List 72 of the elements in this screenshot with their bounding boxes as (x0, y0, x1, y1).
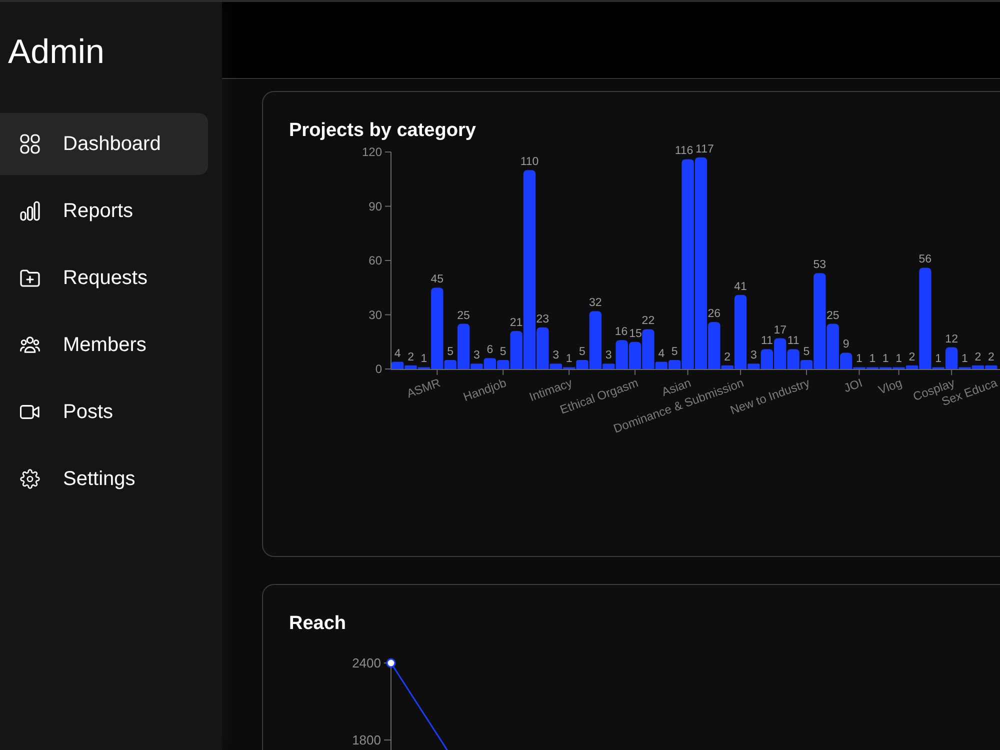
sidebar-title: Admin (8, 32, 104, 72)
bar-value-label: 1 (935, 353, 942, 366)
bar-value-label: 2 (908, 351, 916, 364)
bar-value-label: 11 (760, 335, 773, 348)
bar-value-label: 1 (420, 353, 428, 366)
settings-icon (20, 469, 40, 489)
bar-value-label: 17 (774, 324, 786, 336)
axis-label: 60 (368, 254, 382, 268)
axis-label: 30 (368, 308, 382, 322)
bar-value-label: 4 (658, 348, 665, 360)
users-icon (20, 335, 40, 355)
nav-item[interactable]: Members (0, 314, 208, 376)
bar-value-label: 1 (882, 353, 889, 366)
folder-plus-icon (20, 268, 40, 288)
bar-value-label: 11 (787, 335, 800, 348)
bar-value-label: 5 (500, 346, 506, 358)
nav-item[interactable]: Requests (0, 247, 208, 309)
bar-value-label: 1 (962, 353, 968, 366)
nav-item[interactable]: Reports (0, 180, 208, 242)
axis-label: 120 (362, 145, 382, 159)
bar-value-label: 16 (614, 326, 628, 338)
axis-label: 90 (368, 199, 382, 214)
nav-item[interactable]: Dashboard (0, 113, 208, 175)
card-title: Reach (289, 612, 346, 636)
bar-value-label: 12 (945, 333, 958, 346)
bar-value-label: 25 (826, 310, 840, 322)
bar-value-label: 25 (457, 310, 470, 322)
nav-item[interactable]: Posts (0, 381, 208, 443)
bar-value-label: 1 (566, 353, 572, 366)
bar-value-label: 3 (750, 350, 757, 362)
axis-label: ASMR (404, 376, 442, 401)
bar-chart-icon (20, 201, 40, 221)
bar-value-label: 21 (510, 317, 523, 330)
nav-item[interactable]: Settings (0, 448, 208, 510)
bar-value-label: 23 (536, 313, 550, 326)
bar-value-label: 117 (696, 143, 714, 156)
bar-value-label: 110 (520, 156, 539, 168)
bar-value-label: 5 (579, 346, 586, 358)
bar-value-label: 1 (869, 353, 876, 366)
bar-value-label: 53 (813, 259, 826, 272)
bar-value-label: 1 (896, 353, 902, 366)
bar-value-label: 2 (724, 351, 731, 364)
bar-value-label: 9 (842, 338, 850, 351)
bar-value-label: 5 (671, 346, 678, 358)
axis-label: 1800 (352, 732, 381, 748)
bar-value-label: 5 (447, 346, 454, 358)
video-camera-icon (20, 402, 40, 422)
axis-label: Vlog (876, 376, 904, 398)
bar-value-label: 2 (408, 351, 414, 364)
data-point (386, 658, 396, 668)
bar-value-label: 22 (642, 315, 655, 328)
bar-value-label: 2 (988, 351, 994, 364)
axis-label: JOI (842, 376, 864, 396)
bar-value-label: 15 (629, 328, 642, 340)
bar-value-label: 3 (605, 350, 612, 362)
bar-value-label: 4 (394, 348, 401, 360)
bar-value-label: 1 (856, 353, 862, 366)
bar-value-label: 3 (474, 350, 480, 362)
bar-value-label: 45 (430, 274, 444, 286)
bar-value-label: 56 (918, 254, 932, 266)
bar-value-label: 3 (552, 350, 560, 362)
axis-label: 2400 (352, 656, 381, 670)
bar-value-label: 2 (974, 351, 982, 364)
card-title: Projects by category (289, 119, 476, 143)
grid-icon (20, 134, 40, 154)
bar-value-label: 5 (803, 346, 810, 358)
axis-label: 0 (375, 362, 382, 376)
bar-value-label: 26 (708, 308, 721, 320)
bar-value-label: 6 (486, 344, 494, 356)
bar-value-label: 116 (674, 145, 694, 158)
bar-value-label: 41 (734, 280, 747, 293)
bar-value-label: 32 (589, 297, 602, 310)
